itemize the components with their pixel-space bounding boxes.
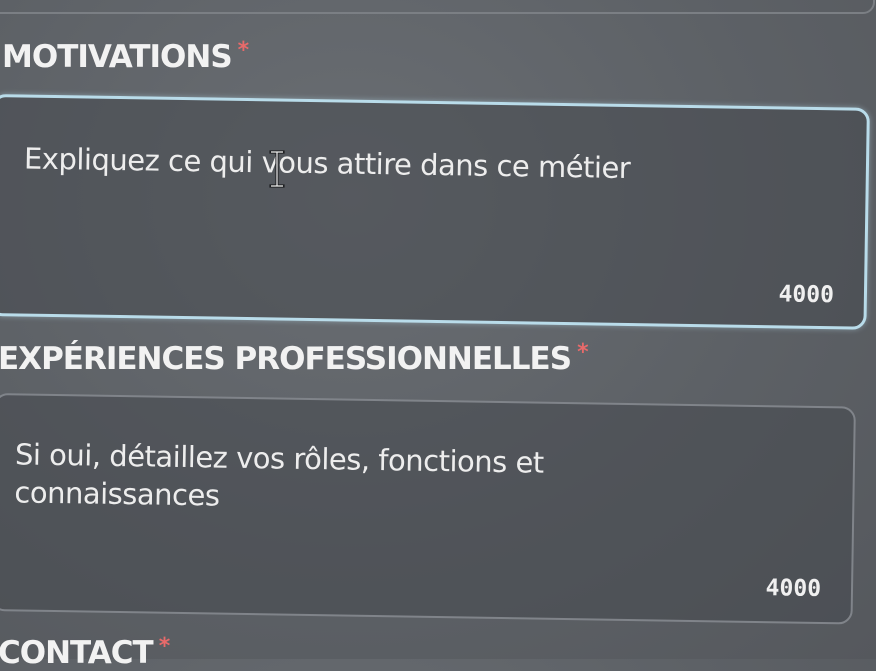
motivations-textarea[interactable]: Expliquez ce qui vous attire dans ce mét… bbox=[0, 94, 870, 330]
experiences-label: EXPÉRIENCES PROFESSIONNELLES * bbox=[0, 340, 589, 377]
motivations-required-mark: * bbox=[237, 38, 249, 63]
motivations-label-text: MOTIVATIONS bbox=[2, 39, 233, 75]
experiences-textarea[interactable]: Si oui, détaillez vos rôles, fonctions e… bbox=[0, 393, 856, 625]
i-beam-cursor-icon bbox=[269, 150, 285, 188]
contact-label-text: CONTACT bbox=[0, 635, 154, 671]
motivations-char-counter: 4000 bbox=[778, 281, 835, 309]
motivations-placeholder: Expliquez ce qui vous attire dans ce mét… bbox=[23, 141, 631, 186]
previous-field-edge bbox=[0, 0, 875, 14]
experiences-placeholder: Si oui, détaillez vos rôles, fonctions e… bbox=[14, 435, 544, 519]
experiences-required-mark: * bbox=[577, 340, 588, 365]
contact-label: CONTACT * bbox=[0, 634, 170, 671]
motivations-label: MOTIVATIONS * bbox=[2, 38, 249, 75]
contact-required-mark: * bbox=[158, 634, 170, 659]
experiences-char-counter: 4000 bbox=[765, 575, 822, 603]
experiences-label-text: EXPÉRIENCES PROFESSIONNELLES bbox=[0, 341, 572, 377]
